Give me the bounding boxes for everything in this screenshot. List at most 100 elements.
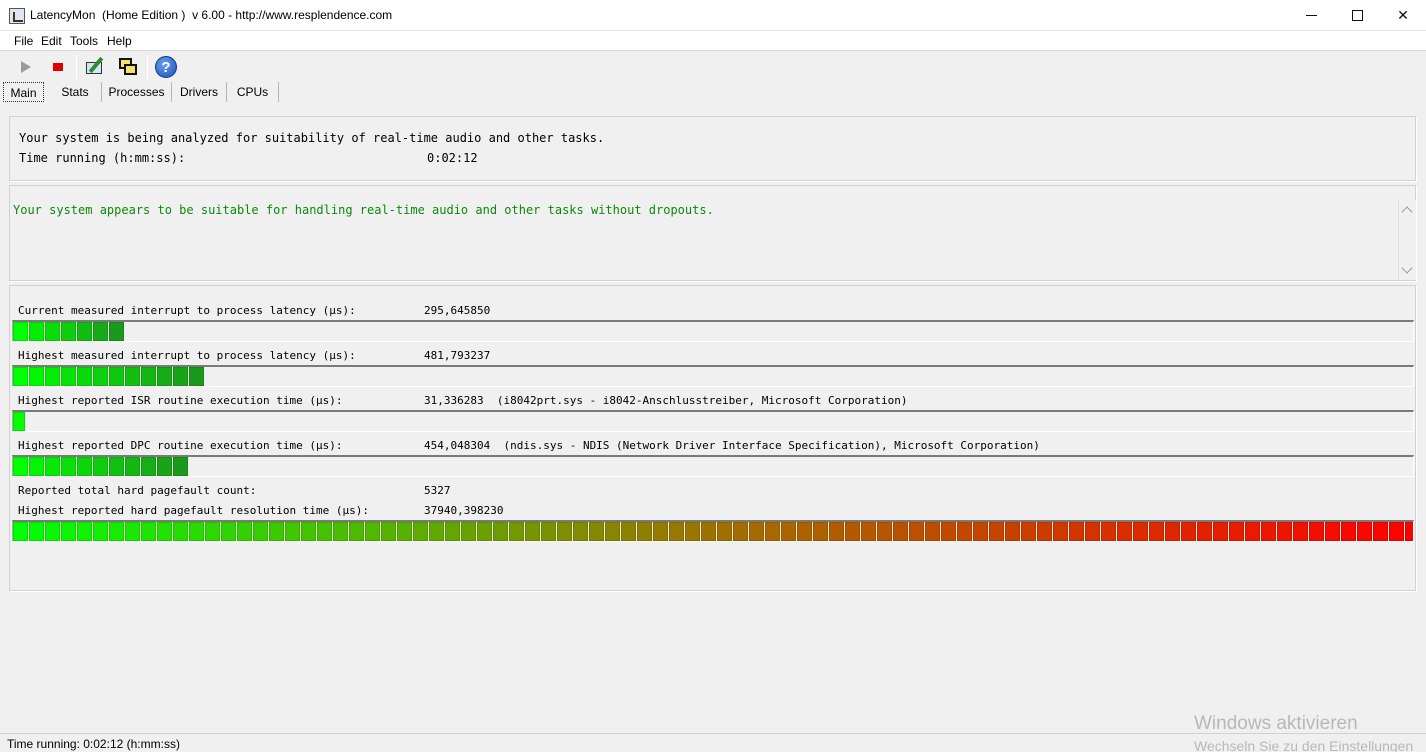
maximize-button[interactable] (1334, 0, 1380, 31)
menu-help[interactable]: Help (107, 34, 132, 48)
meter-segment (1133, 522, 1148, 541)
latency-meter (12, 320, 1414, 342)
play-icon (21, 61, 31, 73)
metric-label: Highest reported ISR routine execution t… (18, 394, 343, 407)
meter-segment (1037, 522, 1052, 541)
meter-segment (1373, 522, 1388, 541)
meter-segment (61, 322, 76, 341)
pagefault-resolution-label: Highest reported hard pagefault resoluti… (18, 504, 369, 517)
meter-segment (1069, 522, 1084, 541)
verdict-panel: Your system appears to be suitable for h… (9, 185, 1417, 282)
meter-segment (61, 522, 76, 541)
pagefault-count-value: 5327 (424, 484, 451, 497)
close-button[interactable]: ✕ (1380, 0, 1426, 31)
meter-segment (749, 522, 764, 541)
metrics-panel: Current measured interrupt to process la… (9, 285, 1417, 592)
tab-stats[interactable]: Stats (49, 82, 102, 102)
toolbar-separator (147, 55, 148, 79)
tab-processes[interactable]: Processes (102, 82, 172, 102)
analysis-panel: Your system is being analyzed for suitab… (9, 116, 1417, 182)
meter-segment (157, 522, 172, 541)
activation-watermark-title: Windows aktivieren (1194, 713, 1358, 734)
start-button[interactable] (13, 54, 39, 80)
tab-strip: Main Stats Processes Drivers CPUs (0, 82, 1426, 102)
meter-segment (1245, 522, 1260, 541)
meter-segment (717, 522, 732, 541)
meter-segment (733, 522, 748, 541)
pagefault-resolution-value: 37940,398230 (424, 504, 504, 517)
meter-segment (93, 522, 108, 541)
toolbar-separator (76, 55, 77, 79)
stop-button[interactable] (45, 54, 71, 80)
meter-segment (461, 522, 476, 541)
meter-segment (621, 522, 636, 541)
meter-segment (541, 522, 556, 541)
meter-segment (973, 522, 988, 541)
meter-segment (29, 322, 44, 341)
menu-edit[interactable]: Edit (41, 34, 62, 48)
minimize-button[interactable] (1288, 0, 1334, 31)
scroll-down-icon[interactable] (1401, 262, 1413, 274)
toolbar: ? (0, 52, 1426, 82)
tab-main[interactable]: Main (3, 82, 44, 102)
meter-segment (925, 522, 940, 541)
meter-segment (589, 522, 604, 541)
meter-segment (173, 522, 188, 541)
meter-segment (125, 457, 140, 476)
meter-segment (653, 522, 668, 541)
meter-segment (269, 522, 284, 541)
meter-segment (765, 522, 780, 541)
meter-segment (61, 457, 76, 476)
meter-segment (685, 522, 700, 541)
meter-segment (1197, 522, 1212, 541)
meter-segment (301, 522, 316, 541)
verdict-scrollbar[interactable] (1398, 200, 1416, 280)
meter-segment (365, 522, 380, 541)
latency-meter (12, 455, 1414, 477)
tools-button[interactable] (82, 54, 108, 80)
meter-segment (333, 522, 348, 541)
meter-segment (77, 367, 92, 386)
meter-segment (1341, 522, 1356, 541)
meter-segment (1165, 522, 1180, 541)
meter-segment (125, 367, 140, 386)
meter-segment (1021, 522, 1036, 541)
meter-segment (93, 367, 108, 386)
meter-segment (157, 367, 172, 386)
time-running-label: Time running (h:mm:ss): (19, 151, 186, 165)
meter-segment (573, 522, 588, 541)
meter-segment (173, 457, 188, 476)
latency-meter (12, 410, 1414, 432)
scroll-up-icon[interactable] (1401, 206, 1413, 218)
pagefault-meter (12, 520, 1414, 542)
meter-segment (1357, 522, 1372, 541)
meter-segment (285, 522, 300, 541)
pagefault-count-label: Reported total hard pagefault count: (18, 484, 257, 497)
meter-segment (1117, 522, 1132, 541)
time-running-value: 0:02:12 (427, 151, 478, 165)
windows-icon (117, 56, 139, 78)
meter-segment (29, 457, 44, 476)
status-bar: Time running: 0:02:12 (h:mm:ss) (0, 733, 1426, 752)
tab-drivers[interactable]: Drivers (172, 82, 227, 102)
menu-file[interactable]: File (14, 34, 33, 48)
meter-segment (1101, 522, 1116, 541)
meter-segment (45, 322, 60, 341)
meter-segment (253, 522, 268, 541)
meter-segment (13, 412, 25, 431)
meter-segment (1229, 522, 1244, 541)
meter-segment (29, 522, 44, 541)
windows-button[interactable] (115, 54, 141, 80)
meter-segment (781, 522, 796, 541)
tab-cpus[interactable]: CPUs (227, 82, 279, 102)
help-button[interactable]: ? (153, 54, 179, 80)
meter-segment (909, 522, 924, 541)
menu-tools[interactable]: Tools (70, 34, 98, 48)
meter-segment (413, 522, 428, 541)
help-icon: ? (155, 56, 177, 78)
meter-segment (109, 322, 124, 341)
meter-segment (493, 522, 508, 541)
meter-segment (349, 522, 364, 541)
metric-label: Highest reported DPC routine execution t… (18, 439, 343, 452)
meter-segment (173, 367, 188, 386)
